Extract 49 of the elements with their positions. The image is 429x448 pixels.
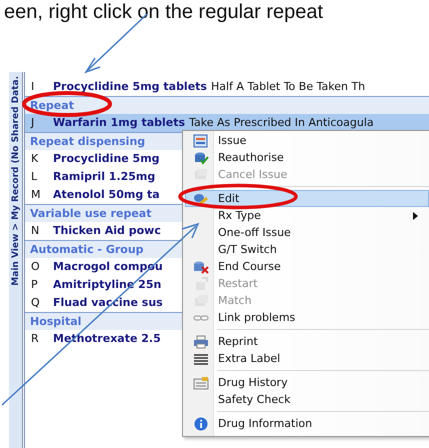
menu-item[interactable]: Issue: [185, 132, 429, 149]
menu-item[interactable]: G/T Switch: [185, 241, 429, 258]
menu-item[interactable]: Rx Type: [185, 207, 429, 224]
cylinder-check-icon: [193, 150, 209, 164]
menu-item[interactable]: Reprint: [185, 333, 429, 350]
dosage-instructions: Take As Prescribed In Anticoagula: [189, 116, 374, 129]
dosage-instructions: Half A Tablet To Be Taken Th: [210, 80, 366, 93]
drug-name: Thicken Aid powc: [53, 224, 161, 237]
group-label: Hospital: [30, 315, 82, 328]
menu-item[interactable]: Extra Label: [185, 350, 429, 367]
row-letter: K: [30, 152, 40, 165]
menu-item[interactable]: One-off Issue: [185, 224, 429, 241]
menu-item[interactable]: Link problems: [185, 309, 429, 326]
group-label: Automatic - Group: [30, 243, 144, 256]
form-icon: [193, 134, 209, 148]
menu-item[interactable]: End Course: [185, 258, 429, 275]
row-letter: J: [30, 116, 36, 129]
record-path-label: Main View > My Record (No Shared Data.: [10, 76, 20, 286]
row-letter: Q: [30, 296, 41, 309]
menu-item[interactable]: Drug History: [185, 374, 429, 391]
menu-item[interactable]: Reauthorise: [185, 149, 429, 166]
row-letter: N: [30, 224, 40, 237]
group-header[interactable]: Repeat: [25, 96, 429, 114]
row-letter: R: [30, 332, 40, 345]
cylinder-cross-icon: [193, 260, 209, 274]
row-letter: M: [30, 188, 42, 201]
drug-name: Ramipril 1.25mg: [53, 170, 156, 183]
medication-row[interactable]: J Warfarin 1mg tablets Take As Prescribed In Anticoagula: [25, 114, 429, 132]
group-label: Variable use repeat: [30, 207, 152, 220]
drug-name: Procyclidine 5mg tablets: [53, 80, 207, 93]
group-label: Repeat dispensing: [30, 135, 146, 148]
row-letter: P: [30, 278, 39, 291]
menu-item[interactable]: Edit: [185, 190, 429, 207]
drug-name: Atenolol 50mg ta: [53, 188, 160, 201]
menu-item[interactable]: Safety Check: [185, 391, 429, 408]
submenu-arrow-icon: [413, 212, 418, 220]
folder-icon: [193, 376, 209, 390]
row-letter: O: [30, 260, 41, 273]
row-letter: I: [30, 80, 36, 93]
drug-name: Procyclidine 5mg: [53, 152, 160, 165]
pencil-icon: [193, 192, 209, 206]
drug-name: Warfarin 1mg tablets: [53, 116, 186, 129]
printer-icon: [193, 334, 209, 348]
row-letter: L: [30, 170, 38, 183]
medication-row[interactable]: I Procyclidine 5mg tablets Half A Tablet To Be Taken Th: [25, 78, 429, 96]
group-label: Repeat: [30, 99, 74, 112]
lines-icon: [193, 352, 209, 366]
info-icon: [193, 416, 209, 430]
menu-item[interactable]: Drug Information: [185, 415, 429, 432]
